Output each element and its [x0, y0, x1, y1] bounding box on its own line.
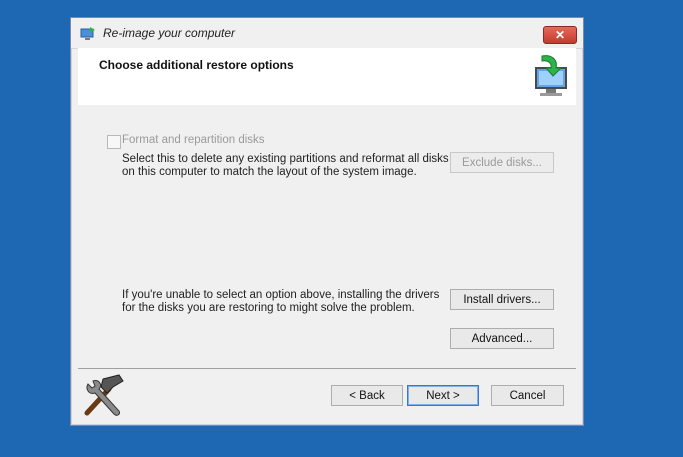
computer-restore-icon: [528, 52, 570, 98]
computer-restore-icon: [80, 26, 96, 42]
format-description-line2: on this computer to match the layout of …: [122, 166, 417, 178]
format-checkbox-label[interactable]: Format and repartition disks: [122, 134, 265, 146]
next-button[interactable]: Next >: [407, 385, 479, 406]
options-area: Format and repartition disks Select this…: [78, 105, 576, 367]
format-checkbox[interactable]: [107, 135, 121, 149]
install-drivers-button[interactable]: Install drivers...: [450, 289, 554, 310]
header-band: Choose additional restore options: [78, 48, 576, 106]
page-title: Choose additional restore options: [99, 58, 294, 72]
hammer-wrench-icon: [79, 371, 131, 419]
drivers-description-line2: for the disks you are restoring to might…: [122, 302, 415, 314]
close-button[interactable]: ✕: [543, 26, 577, 44]
footer-divider: [78, 368, 576, 369]
drivers-description-line1: If you're unable to select an option abo…: [122, 289, 440, 301]
back-button[interactable]: < Back: [331, 385, 403, 406]
reimage-dialog: Re-image your computer ✕ Choose addition…: [70, 17, 584, 426]
cancel-button[interactable]: Cancel: [491, 385, 564, 406]
window-title: Re-image your computer: [103, 26, 236, 40]
exclude-disks-button[interactable]: Exclude disks...: [450, 152, 554, 173]
title-bar[interactable]: Re-image your computer ✕: [71, 18, 583, 49]
format-description-line1: Select this to delete any existing parti…: [122, 153, 449, 165]
advanced-button[interactable]: Advanced...: [450, 328, 554, 349]
